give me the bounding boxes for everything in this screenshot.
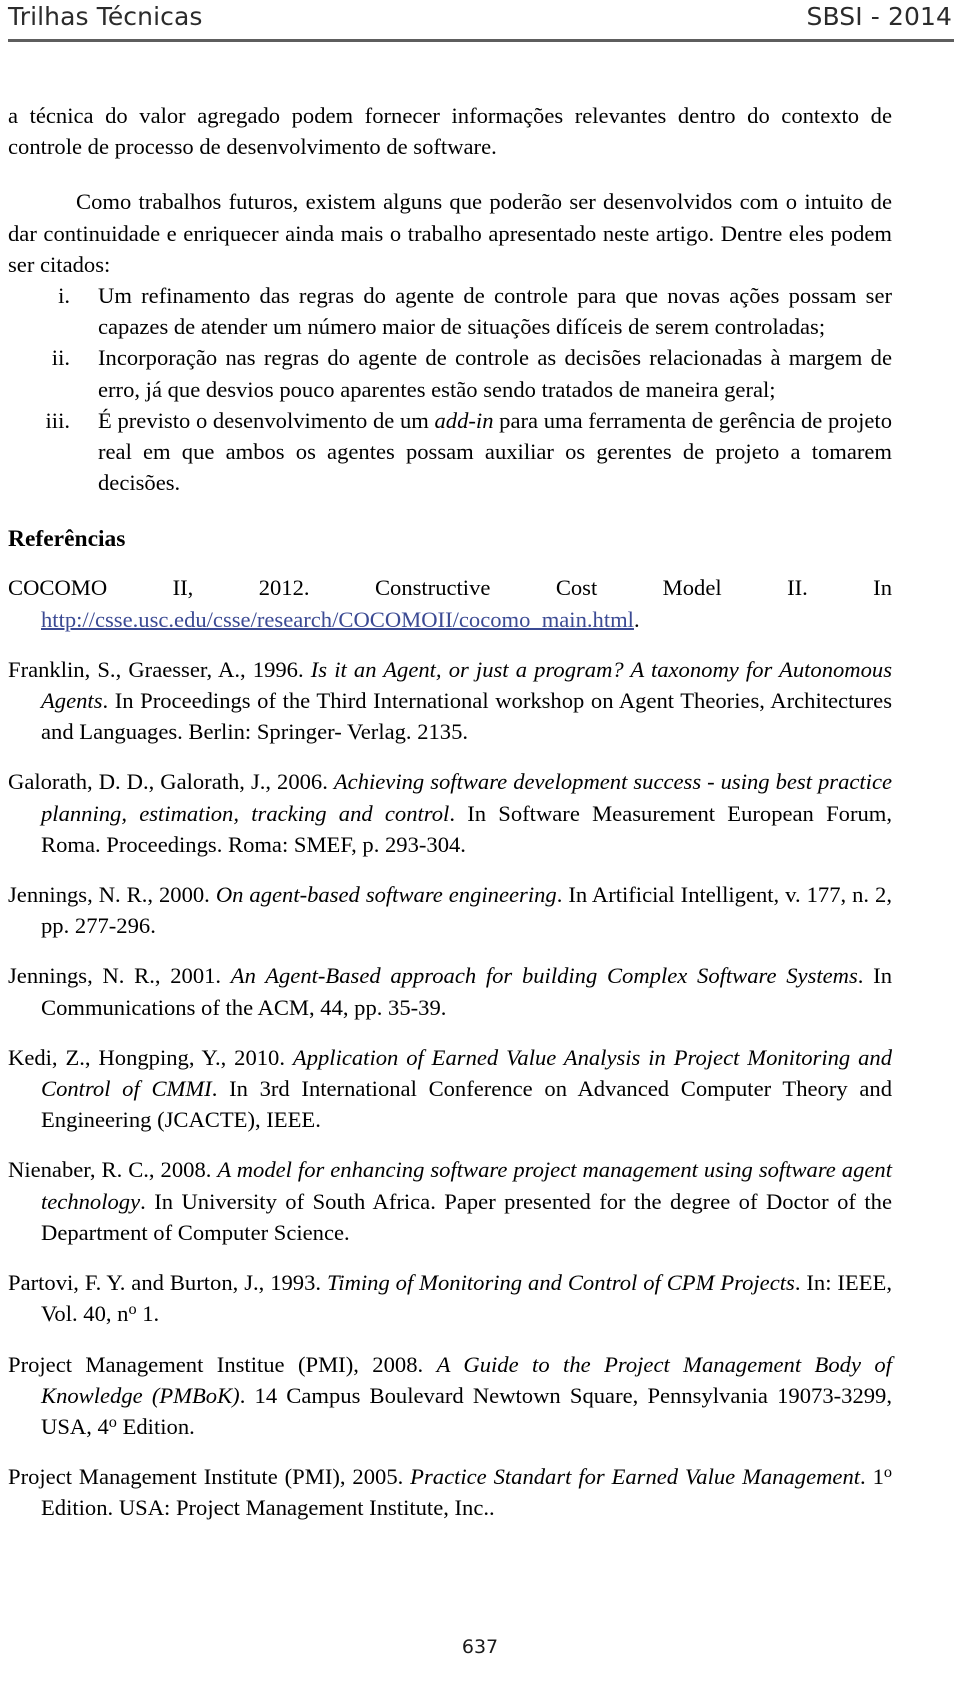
- reference-text-end: 1.: [136, 1301, 160, 1327]
- reference-text-tail: . 1: [860, 1464, 884, 1490]
- reference-title: On agent-based software engineering: [215, 882, 557, 908]
- reference-text-tail: . In University of South Africa. Paper p…: [41, 1188, 892, 1245]
- paragraph-future-work: Como trabalhos futuros, existem alguns q…: [8, 189, 892, 277]
- reference-text: Jennings, N. R., 2000.: [8, 882, 216, 908]
- list-item-text: Incorporação nas regras do agente de con…: [98, 345, 892, 402]
- reference-text-end: Edition. USA: Project Management Institu…: [41, 1495, 495, 1521]
- reference-entry: Project Management Institute (PMI), 2005…: [8, 1461, 892, 1523]
- reference-text: COCOMO II, 2012. Constructive Cost Model…: [8, 575, 892, 601]
- ordinal-indicator: o: [128, 1300, 137, 1319]
- reference-text: Project Management Institute (PMI), 2005…: [8, 1464, 411, 1490]
- reference-title: An Agent-Based approach for building Com…: [230, 963, 858, 989]
- reference-entry: Jennings, N. R., 2000. On agent-based so…: [8, 879, 892, 941]
- list-marker: i.: [58, 283, 70, 309]
- page-number: 637: [461, 1636, 499, 1658]
- reference-text-tail: .: [633, 606, 640, 632]
- reference-text-end: Edition.: [116, 1413, 195, 1439]
- list-item-text-before: É previsto o desenvolvimento de um: [98, 407, 435, 433]
- list-item-text: Um refinamento das regras do agente de c…: [98, 283, 892, 340]
- reference-text: Kedi, Z., Hongping, Y., 2010.: [8, 1044, 293, 1070]
- reference-entry: Jennings, N. R., 2001. An Agent-Based ap…: [8, 960, 892, 1022]
- running-head-left: Trilhas Técnicas: [8, 2, 203, 31]
- reference-text: Partovi, F. Y. and Burton, J., 1993.: [8, 1270, 327, 1296]
- document-content: a técnica do valor agregado podem fornec…: [8, 100, 892, 1524]
- reference-text: Franklin, S., Graesser, A., 1996.: [8, 656, 311, 682]
- list-marker: ii.: [51, 345, 70, 371]
- reference-entry: Partovi, F. Y. and Burton, J., 1993. Tim…: [8, 1267, 892, 1329]
- reference-entry: Nienaber, R. C., 2008. A model for enhan…: [8, 1154, 892, 1248]
- future-work-list: i. Um refinamento das regras do agente de…: [8, 280, 892, 498]
- reference-entry: Galorath, D. D., Galorath, J., 2006. Ach…: [8, 766, 892, 860]
- reference-text: Jennings, N. R., 2001.: [8, 963, 231, 989]
- reference-title: Timing of Monitoring and Control of CPM …: [326, 1270, 795, 1296]
- list-item: i. Um refinamento das regras do agente de…: [8, 280, 892, 342]
- reference-text: Nienaber, R. C., 2008.: [8, 1157, 218, 1183]
- reference-link[interactable]: http://csse.usc.edu/csse/research/COCOMO…: [41, 607, 634, 632]
- list-marker: iii.: [45, 407, 70, 433]
- running-head-right: SBSI - 2014: [806, 2, 952, 31]
- paragraph-continued: a técnica do valor agregado podem fornec…: [8, 103, 892, 160]
- reference-entry: Franklin, S., Graesser, A., 1996. Is it …: [8, 654, 892, 748]
- ordinal-indicator: o: [883, 1463, 893, 1482]
- list-item-emphasis: add-in: [434, 407, 494, 433]
- reference-text: Galorath, D. D., Galorath, J., 2006.: [8, 769, 334, 795]
- reference-text: Project Management Institue (PMI), 2008.: [8, 1351, 437, 1377]
- reference-entry: Project Management Institue (PMI), 2008.…: [8, 1349, 892, 1443]
- references-heading: Referências: [8, 526, 126, 553]
- list-item: ii. Incorporação nas regras do agente de …: [8, 342, 892, 404]
- reference-text-tail: . In Proceedings of the Third Internatio…: [41, 688, 892, 745]
- ordinal-indicator: o: [108, 1413, 117, 1432]
- reference-entry: COCOMO II, 2012. Constructive Cost Model…: [8, 572, 892, 634]
- reference-title: Practice Standart for Earned Value Manag…: [410, 1464, 861, 1490]
- list-item: iii. É previsto o desenvolvimento de um a…: [8, 405, 892, 499]
- reference-entry: Kedi, Z., Hongping, Y., 2010. Applicatio…: [8, 1042, 892, 1136]
- header-divider: [8, 39, 954, 42]
